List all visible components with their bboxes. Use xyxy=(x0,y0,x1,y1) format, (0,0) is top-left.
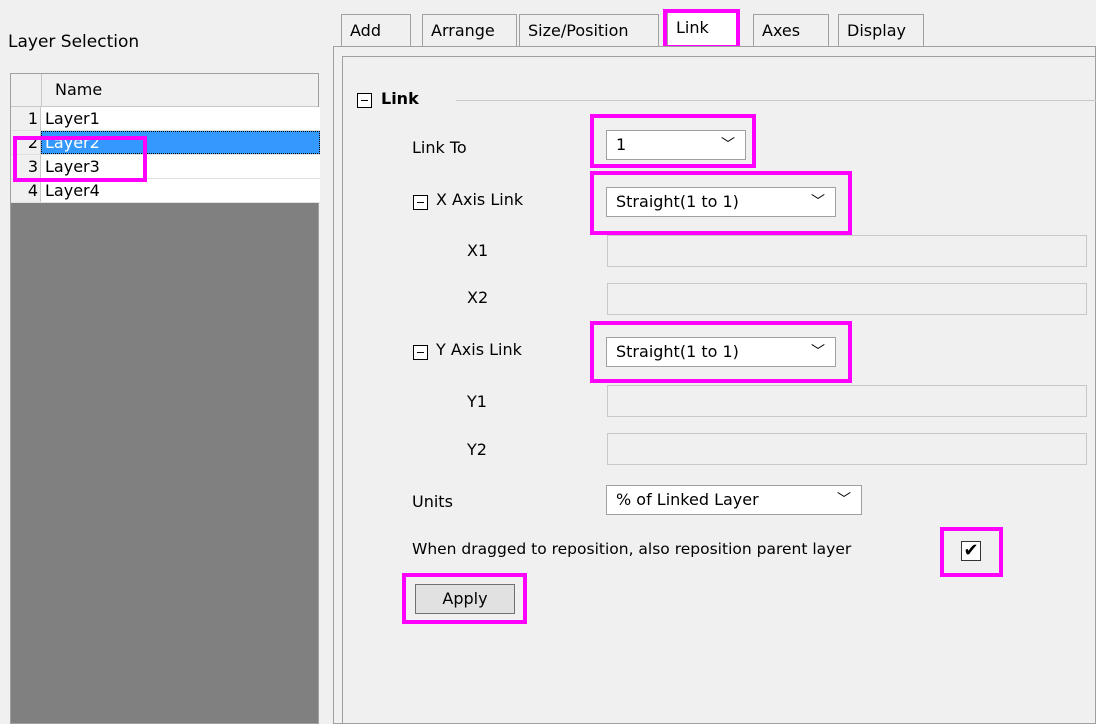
collapse-link-icon[interactable] xyxy=(357,93,372,108)
layer-row-selected[interactable]: 2 Layer2 xyxy=(11,131,320,155)
tab-display[interactable]: Display xyxy=(838,14,924,47)
y-axis-link-value: Straight(1 to 1) xyxy=(616,342,739,361)
layer-row[interactable]: 3 Layer3 xyxy=(11,155,320,179)
units-label: Units xyxy=(412,492,453,511)
row-number: 4 xyxy=(11,179,41,202)
layer-name: Layer1 xyxy=(45,109,100,128)
x1-field[interactable] xyxy=(607,235,1087,267)
layer-row[interactable]: 4 Layer4 xyxy=(11,179,320,203)
chevron-down-icon: ﹀ xyxy=(811,344,825,360)
chevron-down-icon: ﹀ xyxy=(837,492,851,508)
y-axis-link-select[interactable]: Straight(1 to 1) ﹀ xyxy=(606,337,836,367)
grid-corner xyxy=(11,74,42,106)
reposition-label: When dragged to reposition, also reposit… xyxy=(412,540,852,558)
tab-arrange[interactable]: Arrange xyxy=(422,14,517,47)
tab-size-position[interactable]: Size/Position xyxy=(519,14,659,47)
section-divider xyxy=(456,100,1096,101)
chevron-down-icon: ﹀ xyxy=(811,194,825,210)
y1-field[interactable] xyxy=(607,385,1087,417)
x-axis-link-label: X Axis Link xyxy=(436,190,524,209)
chevron-down-icon: ﹀ xyxy=(721,137,735,153)
row-number: 1 xyxy=(11,107,41,130)
x2-label: X2 xyxy=(467,288,489,307)
link-to-label: Link To xyxy=(412,138,467,157)
x1-label: X1 xyxy=(467,241,489,260)
tab-add[interactable]: Add xyxy=(341,14,411,47)
y2-label: Y2 xyxy=(467,440,487,459)
y2-field[interactable] xyxy=(607,433,1087,465)
layer-grid: Name 1 Layer1 2 Layer2 3 Layer3 4 Layer4 xyxy=(10,73,320,724)
link-to-value: 1 xyxy=(616,135,627,154)
units-value: % of Linked Layer xyxy=(616,490,759,509)
x2-field[interactable] xyxy=(607,283,1087,315)
tab-axes[interactable]: Axes xyxy=(753,14,829,47)
layer-selection-title: Layer Selection xyxy=(8,32,140,52)
row-number: 2 xyxy=(11,131,41,154)
link-section-title: Link xyxy=(381,89,419,108)
y-axis-link-label: Y Axis Link xyxy=(436,340,522,359)
column-header-name[interactable]: Name xyxy=(55,80,102,99)
collapse-y-axis-icon[interactable] xyxy=(413,345,428,360)
layer-name: Layer3 xyxy=(45,157,100,176)
row-number: 3 xyxy=(11,155,41,178)
checkmark-icon: ✔ xyxy=(963,540,979,561)
link-to-select[interactable]: 1 ﹀ xyxy=(606,130,746,160)
x-axis-link-value: Straight(1 to 1) xyxy=(616,192,739,211)
y1-label: Y1 xyxy=(467,392,487,411)
layer-name: Layer2 xyxy=(45,133,100,152)
layer-row[interactable]: 1 Layer1 xyxy=(11,107,320,131)
reposition-checkbox[interactable]: ✔ xyxy=(961,541,981,561)
x-axis-link-select[interactable]: Straight(1 to 1) ﹀ xyxy=(606,187,836,217)
tab-link[interactable]: Link xyxy=(667,11,737,47)
apply-button[interactable]: Apply xyxy=(415,584,515,614)
grid-header: Name xyxy=(11,74,318,107)
collapse-x-axis-icon[interactable] xyxy=(413,195,428,210)
units-select[interactable]: % of Linked Layer ﹀ xyxy=(606,485,862,515)
layer-name: Layer4 xyxy=(45,181,100,200)
